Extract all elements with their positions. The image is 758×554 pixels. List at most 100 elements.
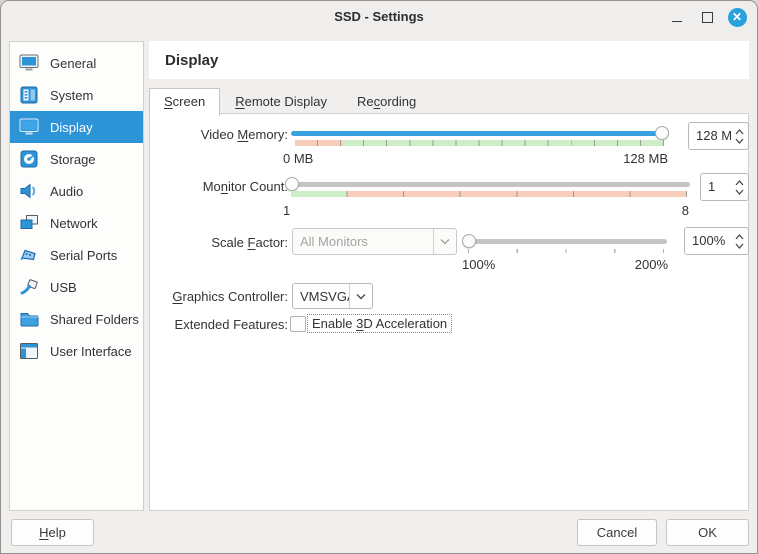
settings-dialog: SSD - Settings ✕ General System Display <box>0 0 758 554</box>
sidebar-item-system[interactable]: System <box>10 79 143 111</box>
monitor-count-label: Monitor Count: <box>150 179 288 194</box>
sidebar-item-label: General <box>50 56 96 71</box>
extended-features-label: Extended Features: <box>150 317 288 332</box>
video-memory-slider-handle[interactable] <box>655 126 669 140</box>
video-memory-minmax: 0 MB 128 MB <box>283 151 668 166</box>
video-memory-slider-track <box>291 131 667 136</box>
scale-factor-minmax: 100% 200% <box>462 257 668 272</box>
scale-factor-scale-ticks-row <box>468 249 664 253</box>
general-icon <box>18 54 40 72</box>
video-memory-label: Video Memory: <box>150 127 288 142</box>
scale-factor-label: Scale Factor: <box>150 235 288 250</box>
sidebar-item-label: Audio <box>50 184 83 199</box>
maximize-button[interactable] <box>697 7 717 27</box>
cancel-button[interactable]: Cancel <box>577 519 657 546</box>
system-icon <box>18 86 40 104</box>
scale-factor-slider-handle[interactable] <box>462 234 476 248</box>
screen-tab-content: Video Memory: 0 MB 128 MB 128 MB Monitor… <box>149 113 749 511</box>
shared-folders-icon <box>18 310 40 328</box>
spin-down-icon[interactable] <box>735 243 744 249</box>
usb-icon <box>18 278 40 296</box>
serial-ports-icon <box>18 246 40 264</box>
video-memory-spinbox[interactable]: 128 MB <box>688 122 749 150</box>
graphics-controller-value: VMSVGA <box>293 284 349 308</box>
sidebar-item-shared-folders[interactable]: Shared Folders <box>10 303 143 335</box>
scale-factor-spinbox[interactable]: 100% <box>684 227 749 255</box>
settings-category-list: General System Display Storage Audio <box>9 41 144 511</box>
sidebar-item-usb[interactable]: USB <box>10 271 143 303</box>
monitor-count-slider-handle[interactable] <box>285 177 299 191</box>
sidebar-item-label: Shared Folders <box>50 312 139 327</box>
monitor-count-slider[interactable] <box>287 177 690 191</box>
sidebar-item-audio[interactable]: Audio <box>10 175 143 207</box>
title-bar: SSD - Settings ✕ <box>1 1 757 33</box>
ok-button[interactable]: OK <box>666 519 749 546</box>
monitor-count-value[interactable]: 1 <box>701 174 731 200</box>
monitor-count-spin-buttons[interactable] <box>731 174 748 200</box>
panel-header: Display <box>149 41 749 79</box>
chevron-down-icon <box>349 284 372 308</box>
video-memory-value[interactable]: 128 MB <box>689 123 731 149</box>
sidebar-item-label: System <box>50 88 93 103</box>
audio-icon <box>18 182 40 200</box>
sidebar-item-label: Storage <box>50 152 96 167</box>
spin-up-icon[interactable] <box>735 180 744 186</box>
video-memory-scale-ticks <box>295 140 664 146</box>
video-memory-max-label: 128 MB <box>623 151 668 166</box>
user-interface-icon <box>18 342 40 360</box>
video-memory-slider[interactable] <box>291 126 667 140</box>
sidebar-item-storage[interactable]: Storage <box>10 143 143 175</box>
enable-3d-acceleration-option[interactable]: Enable 3D Acceleration <box>307 314 452 333</box>
chevron-down-icon <box>433 229 456 254</box>
scale-factor-min-label: 100% <box>462 257 495 272</box>
sidebar-item-user-interface[interactable]: User Interface <box>10 335 143 367</box>
sidebar-item-label: User Interface <box>50 344 132 359</box>
scale-factor-max-label: 200% <box>635 257 668 272</box>
video-memory-scale-zone <box>295 140 664 146</box>
window-title: SSD - Settings <box>1 1 757 33</box>
page-title: Display <box>165 52 218 69</box>
scale-factor-slider[interactable] <box>464 234 667 248</box>
scale-factor-monitor-value: All Monitors <box>293 229 433 254</box>
monitor-count-scale-zone <box>291 191 687 197</box>
graphics-controller-label: Graphics Controller: <box>150 289 288 304</box>
video-memory-min-label: 0 MB <box>283 151 313 166</box>
tab-recording[interactable]: Recording <box>342 88 431 114</box>
spin-up-icon[interactable] <box>735 234 744 240</box>
display-icon <box>18 118 40 136</box>
spin-down-icon[interactable] <box>735 189 744 195</box>
spin-down-icon[interactable] <box>735 138 744 144</box>
video-memory-spin-buttons[interactable] <box>731 123 748 149</box>
monitor-count-spinbox[interactable]: 1 <box>700 173 749 201</box>
sidebar-item-label: Display <box>50 120 93 135</box>
tab-remote-display[interactable]: Remote Display <box>220 88 342 114</box>
monitor-count-slider-track <box>287 182 690 187</box>
sidebar-item-display[interactable]: Display <box>10 111 143 143</box>
monitor-count-max-label: 8 <box>682 203 689 218</box>
storage-icon <box>18 150 40 168</box>
spin-up-icon[interactable] <box>735 129 744 135</box>
display-tabs: Screen Remote Display Recording <box>149 88 431 114</box>
scale-factor-scale-ticks <box>468 249 664 253</box>
scale-factor-slider-track <box>464 239 667 244</box>
scale-factor-monitor-combo[interactable]: All Monitors <box>292 228 457 255</box>
scale-factor-spin-buttons[interactable] <box>731 228 748 254</box>
graphics-controller-combo[interactable]: VMSVGA <box>292 283 373 309</box>
sidebar-item-label: Network <box>50 216 98 231</box>
scale-factor-value[interactable]: 100% <box>685 228 731 254</box>
monitor-count-min-label: 1 <box>283 203 290 218</box>
minimize-button[interactable] <box>667 7 687 27</box>
maximize-icon <box>702 12 713 23</box>
sidebar-item-general[interactable]: General <box>10 47 143 79</box>
sidebar-item-serial-ports[interactable]: Serial Ports <box>10 239 143 271</box>
sidebar-item-network[interactable]: Network <box>10 207 143 239</box>
sidebar-item-label: USB <box>50 280 77 295</box>
tab-screen[interactable]: Screen <box>149 88 220 116</box>
help-button[interactable]: Help <box>11 519 94 546</box>
close-icon: ✕ <box>728 8 747 27</box>
close-button[interactable]: ✕ <box>727 7 747 27</box>
minimize-icon <box>672 21 682 22</box>
monitor-count-scale-ticks <box>291 191 687 197</box>
enable-3d-acceleration-checkbox[interactable] <box>290 316 306 332</box>
monitor-count-minmax: 1 8 <box>283 203 689 218</box>
